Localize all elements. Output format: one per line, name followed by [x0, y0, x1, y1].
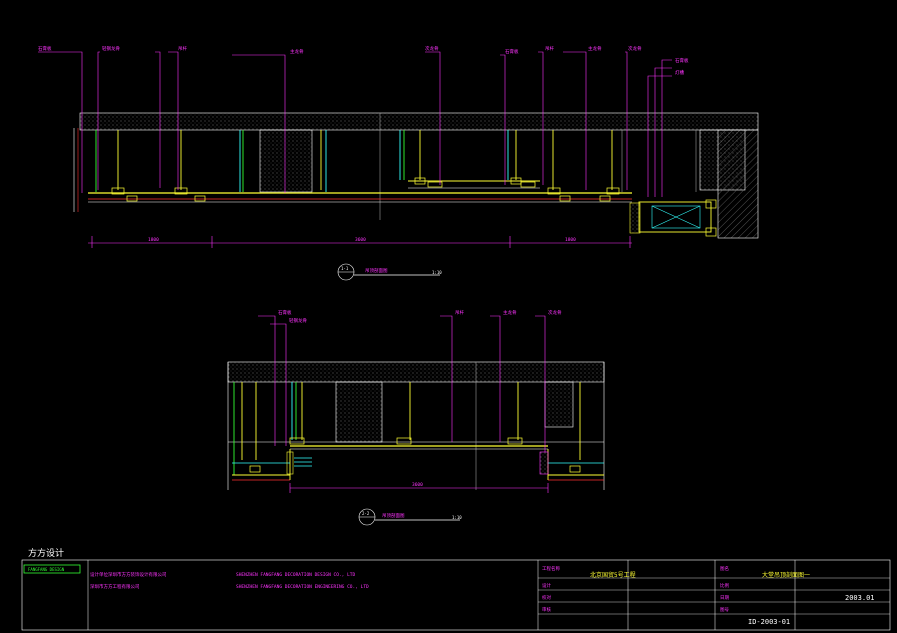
client-name: 深圳市方方工程有限公司	[90, 583, 140, 590]
row-label-2: 校对	[542, 594, 551, 601]
firm-sub: FANGFANG DESIGN	[28, 567, 65, 572]
drawing-name: 大堂吊顶剖面图一	[762, 571, 810, 579]
drawing-label: 图名	[720, 565, 729, 572]
callout-5: 次龙骨	[425, 45, 439, 52]
callout-9: 次龙骨	[628, 45, 642, 52]
bottom-slab	[227, 361, 605, 383]
company-name-en: SHENZHEN FANGFANG DECORATION DESIGN CO.,…	[236, 572, 355, 578]
bottom-beam-2	[544, 381, 574, 428]
section-1-scale: 1:10	[432, 270, 442, 275]
row-label-5: 比例	[720, 582, 729, 589]
top-wall-right	[717, 129, 759, 239]
company-label: 设计单位	[90, 571, 108, 578]
row-label-3: 审核	[542, 606, 551, 613]
client-name-en: SHENZHEN FANGFANG DECORATION ENGINEERING…	[236, 584, 369, 590]
callout-b1: 石膏板	[278, 309, 292, 316]
section-2: 石膏板 轻钢龙骨 吊杆 主龙骨 次龙骨 3600 2-2 吊顶剖面图 1:10	[227, 309, 605, 526]
section-1: 石膏板 轻钢龙骨 吊杆 主龙骨 次龙骨 石膏板 吊杆 主龙骨 次龙骨 石膏板 灯…	[38, 45, 759, 281]
section-1-index: 1-1	[341, 266, 349, 271]
firm-name: 方方设计	[28, 547, 64, 559]
section-2-scale: 1:10	[452, 515, 462, 520]
date: 2003.01	[845, 594, 875, 602]
row-label-1: 设计	[542, 582, 551, 589]
title-block: 方方设计 FANGFANG DESIGN 设计单位 深圳市方方装饰设计有限公司 …	[21, 547, 891, 631]
callout-b2: 轻钢龙骨	[289, 317, 307, 324]
callout-8: 主龙骨	[588, 45, 602, 52]
project-label: 工程名称	[542, 565, 560, 572]
callout-b3: 吊杆	[455, 309, 464, 316]
callout-b4: 主龙骨	[503, 309, 517, 316]
section-2-index: 2-2	[362, 511, 370, 516]
company-name: 深圳市方方装饰设计有限公司	[108, 571, 167, 578]
callout-3: 吊杆	[178, 45, 187, 52]
cad-drawing: 石膏板 轻钢龙骨 吊杆 主龙骨 次龙骨 石膏板 吊杆 主龙骨 次龙骨 石膏板 灯…	[21, 45, 891, 631]
callout-2: 轻钢龙骨	[102, 45, 120, 52]
row-label-4: 图号	[720, 607, 729, 613]
callout-b5: 次龙骨	[548, 309, 562, 316]
callout-6: 石膏板	[505, 48, 519, 55]
callout-1: 石膏板	[38, 45, 52, 52]
project-name: 北京国贸5号工程	[590, 571, 636, 579]
section-1-title: 吊顶剖面图	[365, 267, 388, 274]
dim-3: 1800	[565, 237, 576, 243]
row-label-6: 日期	[720, 595, 729, 601]
drawing-no: ID-2003-01	[748, 618, 790, 626]
callout-4: 主龙骨	[290, 48, 304, 55]
dim-b1: 3600	[412, 482, 423, 488]
callout-10: 石膏板	[675, 57, 689, 64]
top-beam-left	[259, 129, 313, 193]
dim-1: 1800	[148, 237, 159, 243]
bottom-beam-1	[335, 381, 383, 443]
callout-7: 吊杆	[545, 45, 554, 52]
section-2-title: 吊顶剖面图	[382, 512, 405, 519]
top-slab	[79, 112, 759, 131]
callout-11: 灯槽	[675, 69, 684, 76]
dim-2: 3600	[355, 237, 366, 243]
